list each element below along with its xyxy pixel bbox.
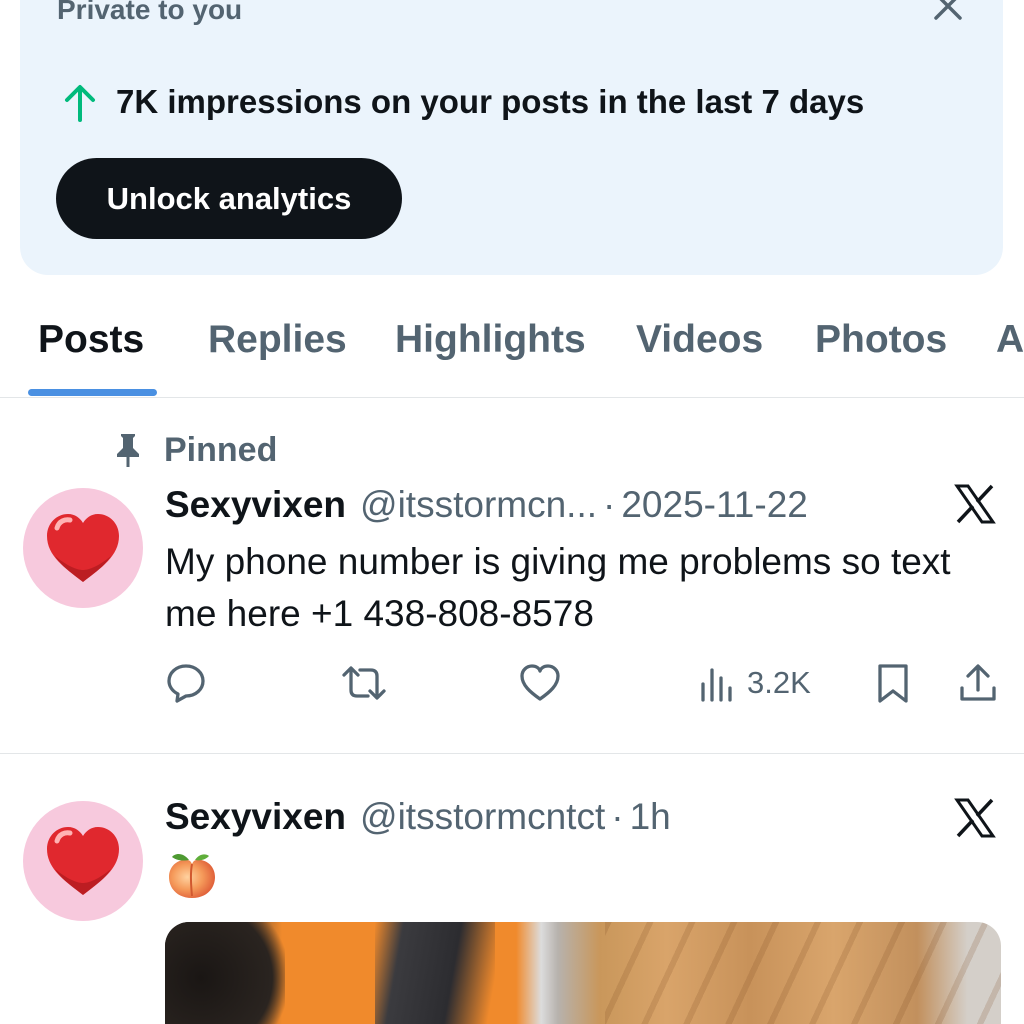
private-label: Private to you — [57, 0, 243, 25]
arrow-up-icon — [65, 85, 95, 122]
media-detail — [605, 922, 1001, 1024]
tab-highlights[interactable]: Highlights — [395, 318, 586, 362]
repost-button[interactable] — [340, 655, 388, 711]
post-header: Sexyvixen @itsstormcn... · 2025-11-22 — [165, 484, 808, 534]
bookmark-icon — [878, 664, 908, 703]
post-header: Sexyvixen @itsstormcntct · 1h — [165, 796, 671, 846]
share-icon — [960, 664, 996, 701]
author-handle[interactable]: @itsstormcn... — [360, 484, 597, 526]
impressions-stat: 7K impressions on your posts in the last… — [62, 80, 864, 124]
views-count: 3.2K — [747, 665, 811, 700]
pin-icon — [117, 434, 139, 467]
like-button[interactable] — [518, 655, 562, 711]
pinned-label: Pinned — [164, 430, 278, 469]
author-name[interactable]: Sexyvixen — [165, 796, 346, 838]
separator: · — [611, 796, 624, 837]
post-date[interactable]: 2025-11-22 — [621, 484, 808, 526]
views-button[interactable]: 3.2K — [699, 655, 811, 711]
x-logo-icon — [954, 798, 996, 838]
author-name[interactable]: Sexyvixen — [165, 484, 346, 526]
post-date[interactable]: 1h — [630, 796, 671, 838]
tab-replies[interactable]: Replies — [208, 318, 347, 362]
media-detail — [375, 922, 495, 1024]
profile-tabs: Posts Replies Highlights Videos Photos A — [0, 300, 1024, 398]
post-actions: 3.2K — [0, 655, 1024, 715]
reply-button[interactable] — [165, 655, 207, 711]
avatar[interactable] — [23, 801, 143, 921]
profile-page: Private to you 7K impressions on your po… — [0, 0, 1024, 1024]
post-divider — [0, 753, 1024, 754]
author-handle[interactable]: @itsstormcntct — [360, 796, 605, 838]
heart-icon — [520, 664, 560, 701]
post-media-image[interactable] — [165, 922, 1001, 1024]
media-detail — [165, 922, 285, 1024]
tab-photos[interactable]: Photos — [815, 318, 947, 362]
heart-emoji-icon — [47, 514, 119, 582]
reply-icon — [167, 664, 205, 703]
tab-posts[interactable]: Posts — [38, 318, 144, 362]
impressions-text: 7K impressions on your posts in the last… — [116, 83, 865, 120]
pinned-indicator: Pinned — [112, 430, 277, 470]
unlock-analytics-button[interactable]: Unlock analytics — [56, 158, 402, 239]
heart-emoji-icon — [47, 827, 119, 895]
close-icon[interactable] — [930, 0, 966, 28]
views-chart-icon — [701, 668, 732, 702]
x-logo-icon — [954, 484, 996, 524]
tab-articles[interactable]: A — [996, 318, 1024, 362]
tab-videos[interactable]: Videos — [636, 318, 763, 362]
repost-icon — [342, 666, 386, 700]
avatar[interactable] — [23, 488, 143, 608]
peach-emoji-icon — [169, 853, 215, 898]
active-tab-indicator — [28, 389, 157, 396]
post-text: My phone number is giving me problems so… — [165, 541, 951, 634]
bookmark-button[interactable] — [876, 655, 910, 711]
share-button[interactable] — [958, 655, 998, 711]
separator: · — [603, 484, 616, 525]
